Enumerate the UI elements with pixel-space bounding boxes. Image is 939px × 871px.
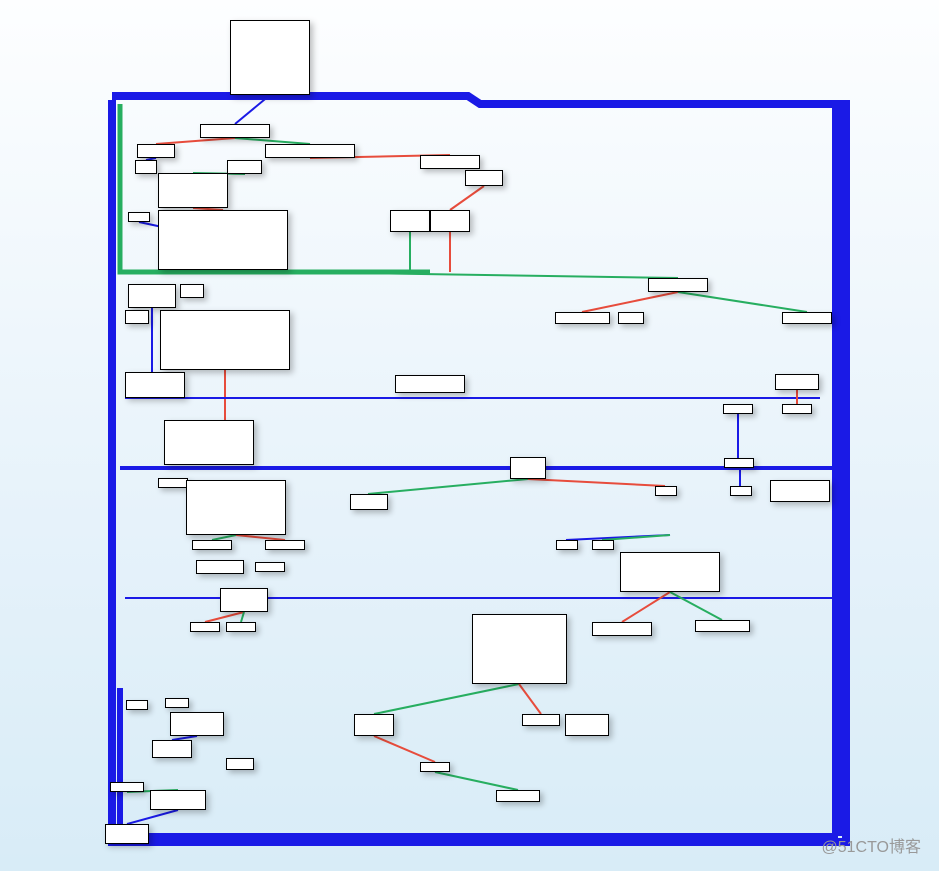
node-n24[interactable] — [723, 404, 753, 414]
node-n38[interactable] — [592, 540, 614, 550]
node-n50[interactable] — [170, 712, 224, 736]
node-n19[interactable] — [618, 312, 644, 324]
node-n41[interactable] — [620, 552, 720, 592]
node-n7[interactable] — [158, 173, 228, 208]
node-n48[interactable] — [126, 700, 148, 710]
node-n9[interactable] — [128, 212, 150, 222]
diagram-frame — [0, 0, 939, 871]
node-n17[interactable] — [160, 310, 290, 370]
watermark-text: @51CTO博客 — [821, 833, 921, 857]
node-n18[interactable] — [555, 312, 610, 324]
node-n1[interactable] — [200, 124, 270, 138]
node-n13[interactable] — [128, 284, 176, 308]
node-n52[interactable] — [522, 714, 560, 726]
node-n44[interactable] — [226, 622, 256, 632]
node-n53[interactable] — [565, 714, 609, 736]
node-n16[interactable] — [125, 310, 149, 324]
node-n4[interactable] — [135, 160, 157, 174]
node-n21[interactable] — [125, 372, 185, 398]
node-n40[interactable] — [255, 562, 285, 572]
node-n22[interactable] — [395, 375, 465, 393]
node-n30[interactable] — [186, 480, 286, 535]
node-n6[interactable] — [420, 155, 480, 169]
node-n15[interactable] — [648, 278, 708, 292]
node-n58[interactable] — [150, 790, 206, 810]
node-n47[interactable] — [695, 620, 750, 632]
node-n56[interactable] — [420, 762, 450, 772]
node-n37[interactable] — [556, 540, 578, 550]
node-n43[interactable] — [190, 622, 220, 632]
node-n51[interactable] — [354, 714, 394, 736]
node-n60[interactable] — [105, 824, 149, 844]
node-n26[interactable] — [164, 420, 254, 465]
node-n8[interactable] — [465, 170, 503, 186]
node-n20[interactable] — [782, 312, 832, 324]
node-n34[interactable] — [770, 480, 830, 502]
node-n23[interactable] — [775, 374, 819, 390]
node-n0[interactable] — [230, 20, 310, 95]
node-n49[interactable] — [165, 698, 189, 708]
node-n5[interactable] — [227, 160, 262, 174]
node-n42[interactable] — [220, 588, 268, 612]
node-n35[interactable] — [192, 540, 232, 550]
node-n10[interactable] — [158, 210, 288, 270]
node-n27[interactable] — [510, 457, 546, 479]
node-n11[interactable] — [390, 210, 430, 232]
node-n32[interactable] — [655, 486, 677, 496]
node-n59[interactable] — [496, 790, 540, 802]
node-n12[interactable] — [430, 210, 470, 232]
node-n3[interactable] — [265, 144, 355, 158]
node-n45[interactable] — [472, 614, 567, 684]
node-n28[interactable] — [724, 458, 754, 468]
diagram-canvas: @51CTO博客 — [0, 0, 939, 871]
node-n31[interactable] — [350, 494, 388, 510]
node-n36[interactable] — [265, 540, 305, 550]
node-n14[interactable] — [180, 284, 204, 298]
node-n57[interactable] — [110, 782, 144, 792]
node-n2[interactable] — [137, 144, 175, 158]
node-n46[interactable] — [592, 622, 652, 636]
node-n39[interactable] — [196, 560, 244, 574]
node-n55[interactable] — [226, 758, 254, 770]
node-n29[interactable] — [158, 478, 188, 488]
node-n33[interactable] — [730, 486, 752, 496]
node-n25[interactable] — [782, 404, 812, 414]
diagram-edges — [0, 0, 939, 871]
node-n54[interactable] — [152, 740, 192, 758]
